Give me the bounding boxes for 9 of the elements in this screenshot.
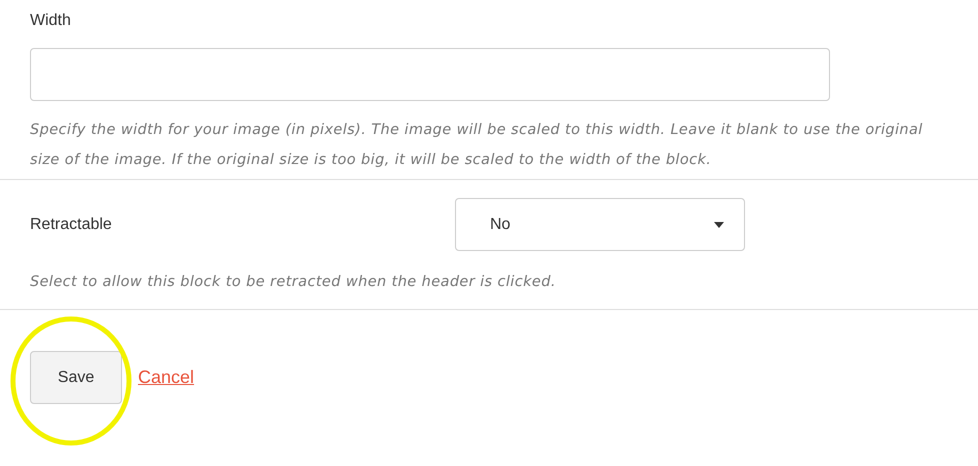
save-button[interactable]: Save <box>30 351 122 404</box>
width-input-field[interactable] <box>30 48 830 101</box>
width-label: Width <box>30 12 72 30</box>
width-help-text: Specify the width for your image (in pixels). The image will be scaled to this width. Leave it blank to use the original size of the image. If the original size is too big, it will be scaled to the width of the block. <box>30 121 924 170</box>
retractable-label: Retractable <box>30 216 113 234</box>
retractable-help-text: Select to allow this block to be retracted when the header is clicked. <box>30 273 557 292</box>
caret-icon <box>714 222 724 228</box>
retractable-dropdown[interactable]: No <box>455 198 745 251</box>
cancel-link[interactable]: Cancel <box>138 367 194 388</box>
